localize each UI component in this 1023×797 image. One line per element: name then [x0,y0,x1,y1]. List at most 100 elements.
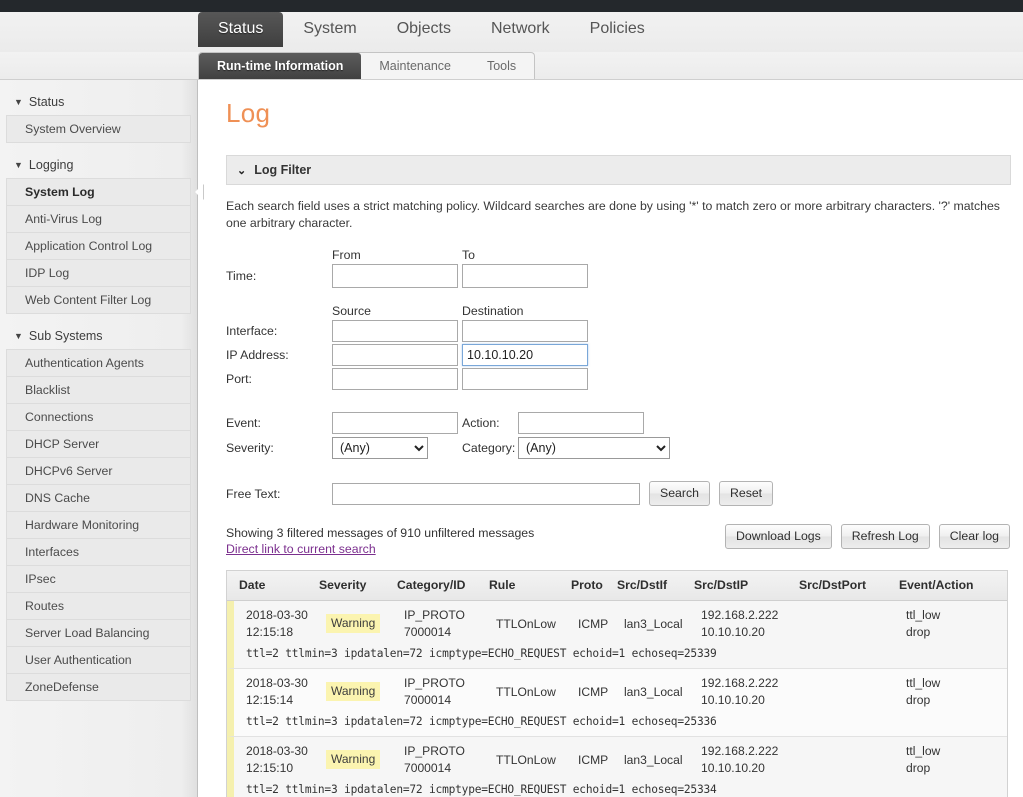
category-select[interactable]: (Any) [518,437,670,459]
severity-select[interactable]: (Any) [332,437,428,459]
download-logs-button[interactable]: Download Logs [725,524,832,549]
subtab-maintenance[interactable]: Maintenance [361,53,469,79]
port-destination-input[interactable] [462,368,588,390]
main-content: Log ⌄ Log Filter Each search field uses … [198,80,1023,797]
status-badge: Warning [326,682,380,701]
sidebar-item-ipsec[interactable]: IPsec [7,566,190,593]
search-button[interactable]: Search [649,481,710,506]
sidebar-item-system-overview[interactable]: System Overview [7,116,190,143]
table-row[interactable]: 2018-03-30 12:15:10 Warning IP_PROTO 700… [227,737,1007,797]
column-label-from: From [332,248,462,262]
refresh-log-button[interactable]: Refresh Log [841,524,930,549]
free-text-input[interactable] [332,483,640,505]
column-header-src-dst-port[interactable]: Src/DstPort [799,578,899,592]
cell-time: 12:15:10 [246,761,326,775]
log-filter-panel-header[interactable]: ⌄ Log Filter [226,155,1011,185]
column-label-source: Source [332,304,462,318]
sidebar-group-logging[interactable]: ▼ Logging [0,151,197,178]
column-header-rule[interactable]: Rule [489,578,571,592]
reset-button[interactable]: Reset [719,481,773,506]
direct-link-to-current-search[interactable]: Direct link to current search [226,542,376,556]
label-severity: Severity: [226,441,332,455]
label-action: Action: [462,416,518,430]
table-row[interactable]: 2018-03-30 12:15:18 Warning IP_PROTO 700… [227,601,1007,669]
clear-log-button[interactable]: Clear log [939,524,1010,549]
sidebar-item-idp-log[interactable]: IDP Log [7,260,190,287]
label-time: Time: [226,269,332,283]
sidebar-list-status: System Overview [6,115,191,143]
nav-tab-objects[interactable]: Objects [377,12,471,47]
sidebar-item-authentication-agents[interactable]: Authentication Agents [7,350,190,377]
ip-destination-input[interactable] [462,344,588,366]
sidebar-item-dhcp-server[interactable]: DHCP Server [7,431,190,458]
label-interface: Interface: [226,324,332,338]
cell-proto: ICMP [578,753,624,767]
table-row[interactable]: 2018-03-30 12:15:14 Warning IP_PROTO 700… [227,669,1007,737]
sidebar-item-server-load-balancing[interactable]: Server Load Balancing [7,620,190,647]
interface-destination-input[interactable] [462,320,588,342]
nav-tab-system[interactable]: System [283,12,376,47]
time-from-input[interactable] [332,264,458,288]
sidebar-item-anti-virus-log[interactable]: Anti-Virus Log [7,206,190,233]
sidebar-item-application-control-log[interactable]: Application Control Log [7,233,190,260]
cell-event: ttl_low [906,744,996,758]
column-label-to: To [462,248,592,262]
cell-dst-ip: 10.10.10.20 [701,761,806,775]
ip-source-input[interactable] [332,344,458,366]
sidebar-item-routes[interactable]: Routes [7,593,190,620]
cell-action: drop [906,625,996,639]
subtab-tools[interactable]: Tools [469,53,534,79]
sidebar-item-blacklist[interactable]: Blacklist [7,377,190,404]
cell-id: 7000014 [404,693,496,707]
column-header-src-dst-ip[interactable]: Src/DstIP [694,578,799,592]
log-table-header: Date Severity Category/ID Rule Proto Src… [227,571,1007,601]
caret-down-icon: ▼ [14,98,23,107]
column-header-category-id[interactable]: Category/ID [397,578,489,592]
sidebar-item-dns-cache[interactable]: DNS Cache [7,485,190,512]
cell-time: 12:15:18 [246,625,326,639]
cell-event: ttl_low [906,608,996,622]
top-dark-bar [0,0,1023,12]
sidebar-item-dhcpv6-server[interactable]: DHCPv6 Server [7,458,190,485]
sidebar-item-user-authentication[interactable]: User Authentication [7,647,190,674]
sidebar-list-logging: System Log Anti-Virus Log Application Co… [6,178,191,314]
sidebar-group-label: Logging [29,158,74,172]
interface-source-input[interactable] [332,320,458,342]
subtab-run-time-information[interactable]: Run-time Information [199,53,361,79]
cell-category: IP_PROTO [404,608,496,622]
cell-action: drop [906,761,996,775]
sidebar-item-web-content-filter-log[interactable]: Web Content Filter Log [7,287,190,314]
sidebar-item-zonedefense[interactable]: ZoneDefense [7,674,190,701]
caret-down-icon: ▼ [14,161,23,170]
column-header-src-dst-if[interactable]: Src/DstIf [617,578,694,592]
cell-src-dst-if: lan3_Local [624,617,701,631]
log-table: Date Severity Category/ID Rule Proto Src… [226,570,1008,797]
sidebar-item-connections[interactable]: Connections [7,404,190,431]
sidebar-group-status[interactable]: ▼ Status [0,88,197,115]
column-header-event-action[interactable]: Event/Action [899,578,989,592]
sidebar-item-system-log[interactable]: System Log [7,179,190,206]
action-input[interactable] [518,412,644,434]
cell-rule: TTLOnLow [496,685,578,699]
cell-category: IP_PROTO [404,744,496,758]
cell-category: IP_PROTO [404,676,496,690]
cell-time: 12:15:14 [246,693,326,707]
sidebar-item-hardware-monitoring[interactable]: Hardware Monitoring [7,512,190,539]
cell-proto: ICMP [578,617,624,631]
event-input[interactable] [332,412,458,434]
nav-tab-policies[interactable]: Policies [570,12,665,47]
sidebar-group-sub-systems[interactable]: ▼ Sub Systems [0,322,197,349]
label-event: Event: [226,416,332,430]
cell-date: 2018-03-30 [246,608,326,622]
nav-tab-network[interactable]: Network [471,12,570,47]
time-to-input[interactable] [462,264,588,288]
port-source-input[interactable] [332,368,458,390]
column-header-date[interactable]: Date [227,578,319,592]
column-header-severity[interactable]: Severity [319,578,397,592]
nav-tab-status[interactable]: Status [198,12,283,47]
cell-src-dst-if: lan3_Local [624,685,701,699]
sidebar-item-interfaces[interactable]: Interfaces [7,539,190,566]
caret-down-icon: ▼ [14,332,23,341]
cell-dst-ip: 10.10.10.20 [701,693,806,707]
column-header-proto[interactable]: Proto [571,578,617,592]
